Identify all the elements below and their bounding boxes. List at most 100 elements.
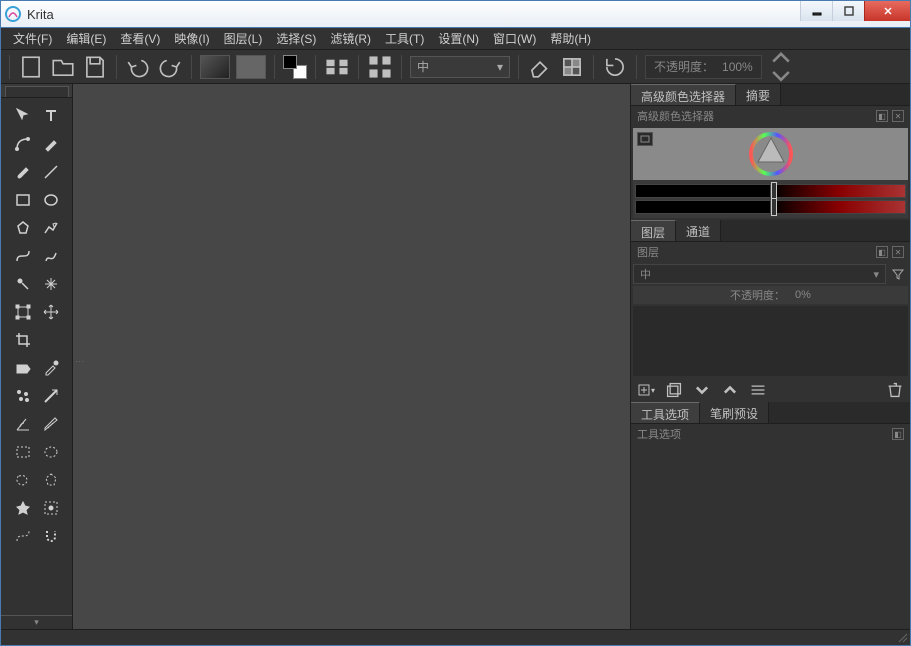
layer-list[interactable] <box>633 306 908 376</box>
add-layer-button[interactable]: ▾ <box>637 381 655 399</box>
assistant-tool[interactable] <box>11 412 35 436</box>
close-panel-button[interactable]: ✕ <box>892 246 904 258</box>
brush-preset-value: 中 <box>417 58 429 75</box>
eraser-mode-button[interactable] <box>527 54 553 80</box>
duplicate-layer-button[interactable] <box>665 381 683 399</box>
opacity-label: 不透明度： <box>654 58 714 75</box>
menu-settings[interactable]: 设置(N) <box>432 28 485 49</box>
float-panel-button[interactable]: ◧ <box>892 428 904 440</box>
toolbox-tab[interactable] <box>1 84 72 98</box>
ellipse-select-tool[interactable] <box>39 440 63 464</box>
multibrush-tool[interactable] <box>39 272 63 296</box>
polyline-tool[interactable] <box>39 216 63 240</box>
reload-preset-button[interactable] <box>602 54 628 80</box>
bezier-tool[interactable] <box>11 244 35 268</box>
line-tool[interactable] <box>39 160 63 184</box>
float-panel-button[interactable]: ◧ <box>876 110 888 122</box>
statusbar <box>1 629 910 645</box>
layer-properties-button[interactable] <box>749 381 767 399</box>
bezier-select-tool[interactable] <box>11 524 35 548</box>
menu-tools[interactable]: 工具(T) <box>379 28 430 49</box>
tab-brush-presets[interactable]: 笔刷预设 <box>700 402 769 423</box>
layer-opacity-slider[interactable]: 不透明度： 0% <box>633 286 908 304</box>
dock-grip-icon[interactable]: ⋮ <box>75 357 85 366</box>
tab-overview[interactable]: 摘要 <box>736 84 781 105</box>
mirror-x-button[interactable] <box>324 54 350 80</box>
contiguous-select-tool[interactable] <box>11 496 35 520</box>
fg-bg-color[interactable] <box>283 55 307 79</box>
minimize-button[interactable] <box>800 1 832 21</box>
brush-preset-dropdown[interactable]: 中▾ <box>410 56 510 78</box>
text-tool[interactable] <box>39 104 63 128</box>
redo-button[interactable] <box>157 54 183 80</box>
transform-tool[interactable] <box>11 300 35 324</box>
ellipse-tool[interactable] <box>39 188 63 212</box>
save-button[interactable] <box>82 54 108 80</box>
fill-tool[interactable] <box>11 356 35 380</box>
rectangle-tool[interactable] <box>11 188 35 212</box>
undo-button[interactable] <box>125 54 151 80</box>
filter-icon[interactable] <box>889 265 907 283</box>
menu-view[interactable]: 查看(V) <box>114 28 166 49</box>
resize-grip-icon[interactable] <box>896 631 908 643</box>
crop-tool[interactable] <box>11 328 35 352</box>
tool-options-title: 工具选项 <box>637 426 681 442</box>
brush-tool[interactable] <box>11 160 35 184</box>
chevron-down-icon: ▾ <box>873 268 879 281</box>
polygon-select-tool[interactable] <box>39 468 63 492</box>
color-triangle-icon[interactable] <box>749 132 793 176</box>
new-file-button[interactable] <box>18 54 44 80</box>
menu-filter[interactable]: 滤镜(R) <box>324 28 377 49</box>
color-selector[interactable] <box>633 128 908 218</box>
menu-help[interactable]: 帮助(H) <box>544 28 597 49</box>
canvas-area[interactable]: ⋮ <box>73 84 630 629</box>
tab-tool-options[interactable]: 工具选项 <box>631 402 700 423</box>
open-file-button[interactable] <box>50 54 76 80</box>
freehand-path-tool[interactable] <box>39 244 63 268</box>
dynamic-brush-tool[interactable] <box>11 272 35 296</box>
tab-channels[interactable]: 通道 <box>676 220 721 241</box>
menu-edit[interactable]: 编辑(E) <box>60 28 112 49</box>
blend-mode-dropdown[interactable]: 中▾ <box>633 264 886 284</box>
magnetic-select-tool[interactable] <box>39 524 63 548</box>
layer-up-button[interactable] <box>721 381 739 399</box>
similar-select-tool[interactable] <box>39 496 63 520</box>
menu-image[interactable]: 映像(I) <box>168 28 215 49</box>
close-panel-button[interactable]: ✕ <box>892 110 904 122</box>
move-layer-tool[interactable] <box>39 300 63 324</box>
freehand-select-tool[interactable] <box>11 468 35 492</box>
menu-layer[interactable]: 图层(L) <box>218 28 269 49</box>
color-picker-tool[interactable] <box>39 356 63 380</box>
tab-advanced-color[interactable]: 高级颜色选择器 <box>631 84 736 105</box>
pattern-tool[interactable] <box>11 384 35 408</box>
menu-select[interactable]: 选择(S) <box>270 28 322 49</box>
edit-shapes-tool[interactable] <box>11 132 35 156</box>
workspace-button[interactable] <box>367 54 393 80</box>
maximize-button[interactable] <box>832 1 864 21</box>
close-button[interactable] <box>864 1 910 21</box>
opacity-stepper[interactable] <box>768 54 794 80</box>
right-dock: 高级颜色选择器 摘要 高级颜色选择器 ◧✕ <box>630 84 910 629</box>
gradient-swatch-1[interactable] <box>200 55 230 79</box>
toolbox: ▾ <box>1 84 73 629</box>
gradient-tool[interactable] <box>39 384 63 408</box>
toolbox-collapse[interactable]: ▾ <box>1 615 72 629</box>
move-tool[interactable] <box>11 104 35 128</box>
delete-layer-button[interactable] <box>886 381 904 399</box>
layer-down-button[interactable] <box>693 381 711 399</box>
measure-tool[interactable] <box>39 412 63 436</box>
calligraphy-tool[interactable] <box>39 132 63 156</box>
float-panel-button[interactable]: ◧ <box>876 246 888 258</box>
tool-options-body <box>631 444 910 629</box>
color-selector-menu-icon[interactable] <box>637 132 653 146</box>
opacity-control[interactable]: 不透明度： 100% <box>645 55 762 79</box>
opacity-value: 100% <box>722 60 753 74</box>
alpha-lock-button[interactable] <box>559 54 585 80</box>
gradient-swatch-2[interactable] <box>236 55 266 79</box>
tab-layers[interactable]: 图层 <box>631 220 676 241</box>
menu-file[interactable]: 文件(F) <box>7 28 58 49</box>
polygon-tool[interactable] <box>11 216 35 240</box>
menu-window[interactable]: 窗口(W) <box>487 28 542 49</box>
rect-select-tool[interactable] <box>11 440 35 464</box>
chevron-down-icon: ▾ <box>497 60 503 74</box>
